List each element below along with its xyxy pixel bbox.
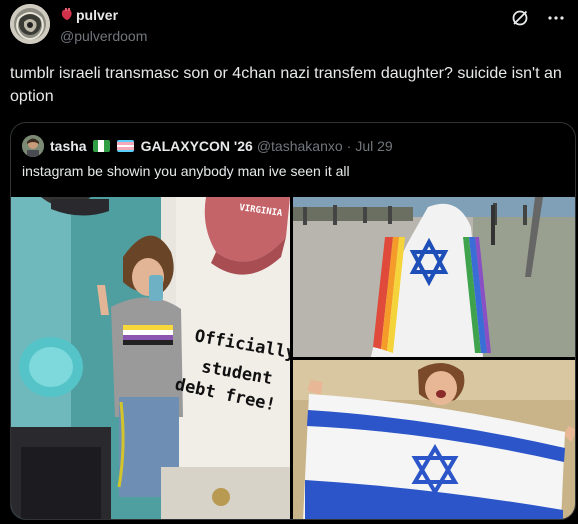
tweet-actions xyxy=(510,8,566,28)
quoted-author-event[interactable]: GALAXYCON '26 xyxy=(141,138,253,154)
quoted-author-handle[interactable]: @tashakanxo xyxy=(257,138,343,154)
tweet-card: pulver @pulverdoom tumblr israeli transm… xyxy=(0,0,578,524)
quoted-tweet-date[interactable]: Jul 29 xyxy=(355,138,392,154)
quoted-author-avatar[interactable] xyxy=(22,135,44,157)
photo-israel-flag[interactable] xyxy=(293,360,575,519)
quoted-author-name[interactable]: tasha xyxy=(50,138,87,154)
no-entry-slash-icon[interactable] xyxy=(510,8,530,28)
meta-separator: · xyxy=(346,138,352,154)
photo-mirror-selfie[interactable]: Officially student debt free! VIRGINIA xyxy=(11,197,290,519)
anatomical-heart-icon xyxy=(61,8,72,20)
author-name-row: pulver xyxy=(60,7,118,23)
ellipsis-icon[interactable] xyxy=(546,8,566,28)
quoted-tweet-header: tasha GALAXYCON '26 @tashakanxo · Jul 29 xyxy=(22,135,393,157)
quoted-tweet[interactable]: tasha GALAXYCON '26 @tashakanxo · Jul 29… xyxy=(10,122,576,520)
tweet-text: tumblr israeli transmasc son or 4chan na… xyxy=(10,65,562,105)
author-display-name[interactable]: pulver xyxy=(76,7,118,23)
photo-street-flag[interactable] xyxy=(293,197,575,357)
transgender-flag-icon xyxy=(116,140,134,152)
author-avatar[interactable] xyxy=(10,4,50,44)
nigeria-flag-icon xyxy=(92,140,110,152)
media-grid: Officially student debt free! VIRGINIA xyxy=(11,197,575,519)
quoted-tweet-text: instagram be showin you anybody man ive … xyxy=(22,163,350,179)
author-handle[interactable]: @pulverdoom xyxy=(60,28,147,44)
